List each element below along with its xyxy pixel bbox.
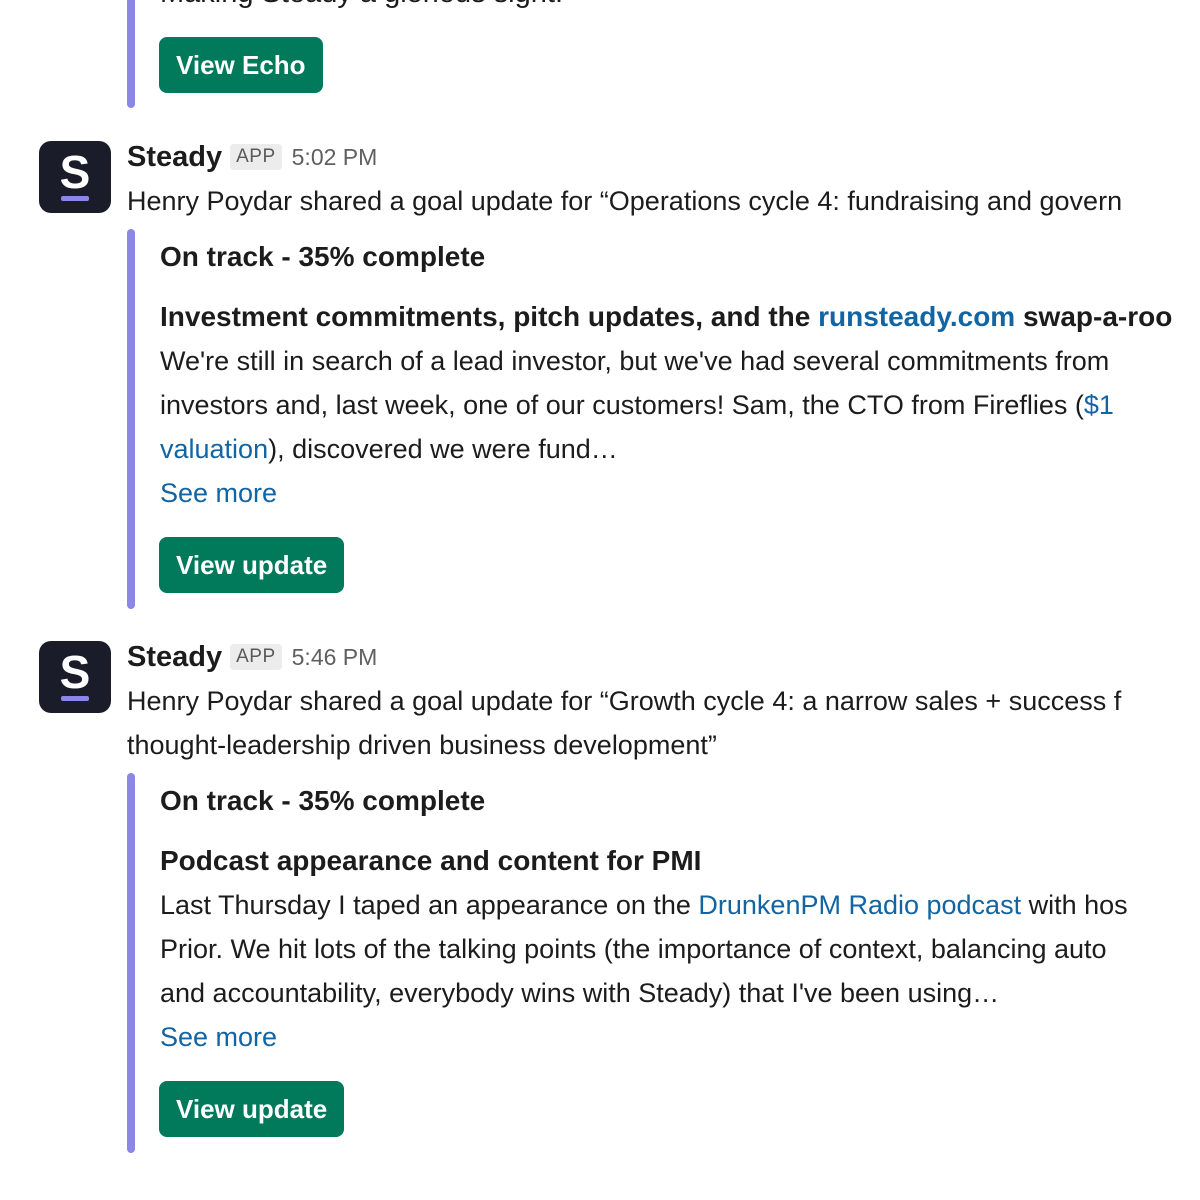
steady-avatar[interactable]: S	[39, 641, 111, 713]
update-title: Investment commitments, pitch updates, a…	[160, 295, 1172, 339]
update-title-text: Investment commitments, pitch updates, a…	[160, 301, 819, 332]
update-title-suffix: swap-a-roo	[1015, 301, 1173, 332]
app-badge: APP	[230, 644, 282, 670]
podcast-link[interactable]: DrunkenPM Radio podcast	[698, 890, 1021, 920]
sender-name[interactable]: Steady	[127, 139, 222, 175]
logo-underline	[61, 196, 89, 201]
attachment-bar	[127, 773, 135, 1153]
steady-logo-icon: S	[59, 146, 91, 198]
sender-name[interactable]: Steady	[127, 639, 222, 675]
steady-logo-icon: S	[59, 646, 91, 698]
message-header: Steady APP 5:46 PM	[127, 639, 377, 675]
update-body-text: investors and, last week, one of our cus…	[160, 390, 1084, 420]
view-update-button[interactable]: View update	[159, 537, 345, 593]
message-text: Henry Poydar shared a goal update for “O…	[127, 186, 1123, 216]
previous-clipped-text: Making Steady a glorious sight.	[160, 0, 563, 8]
attachment-bar	[127, 229, 135, 609]
valuation-link-continued[interactable]: valuation	[160, 434, 268, 464]
runsteady-link[interactable]: runsteady.com	[818, 301, 1015, 332]
update-body-line: and accountability, everybody wins with …	[160, 978, 1000, 1008]
goal-status: On track - 35% complete	[160, 785, 486, 816]
message-text: Henry Poydar shared a goal update for “G…	[127, 686, 1122, 716]
update-body-text: ), discovered we were fund…	[268, 434, 618, 464]
update-body-line: Prior. We hit lots of the talking points…	[160, 934, 1107, 964]
timestamp[interactable]: 5:46 PM	[292, 639, 378, 675]
valuation-link[interactable]: $1	[1084, 390, 1114, 420]
app-badge: APP	[230, 144, 282, 170]
see-more-link[interactable]: See more	[160, 471, 277, 515]
update-body-line: Last Thursday I taped an appearance on t…	[160, 883, 1128, 927]
view-echo-button[interactable]: View Echo	[159, 37, 323, 93]
see-more-link[interactable]: See more	[160, 1015, 277, 1059]
message-text: thought-leadership driven business devel…	[127, 730, 717, 760]
steady-avatar[interactable]: S	[39, 141, 111, 213]
update-body-line: We're still in search of a lead investor…	[160, 346, 1110, 376]
message-header: Steady APP 5:02 PM	[127, 139, 377, 175]
previous-attachment-bar	[127, 0, 135, 108]
goal-status: On track - 35% complete	[160, 241, 486, 272]
logo-underline	[61, 696, 89, 701]
update-body-text: with hos	[1021, 890, 1128, 920]
timestamp[interactable]: 5:02 PM	[292, 139, 378, 175]
update-body-line: investors and, last week, one of our cus…	[160, 383, 1114, 427]
update-title: Podcast appearance and content for PMI	[160, 845, 702, 876]
update-body-line: valuation), discovered we were fund…	[160, 427, 618, 471]
view-update-button[interactable]: View update	[159, 1081, 345, 1137]
update-body-text: Last Thursday I taped an appearance on t…	[160, 890, 699, 920]
